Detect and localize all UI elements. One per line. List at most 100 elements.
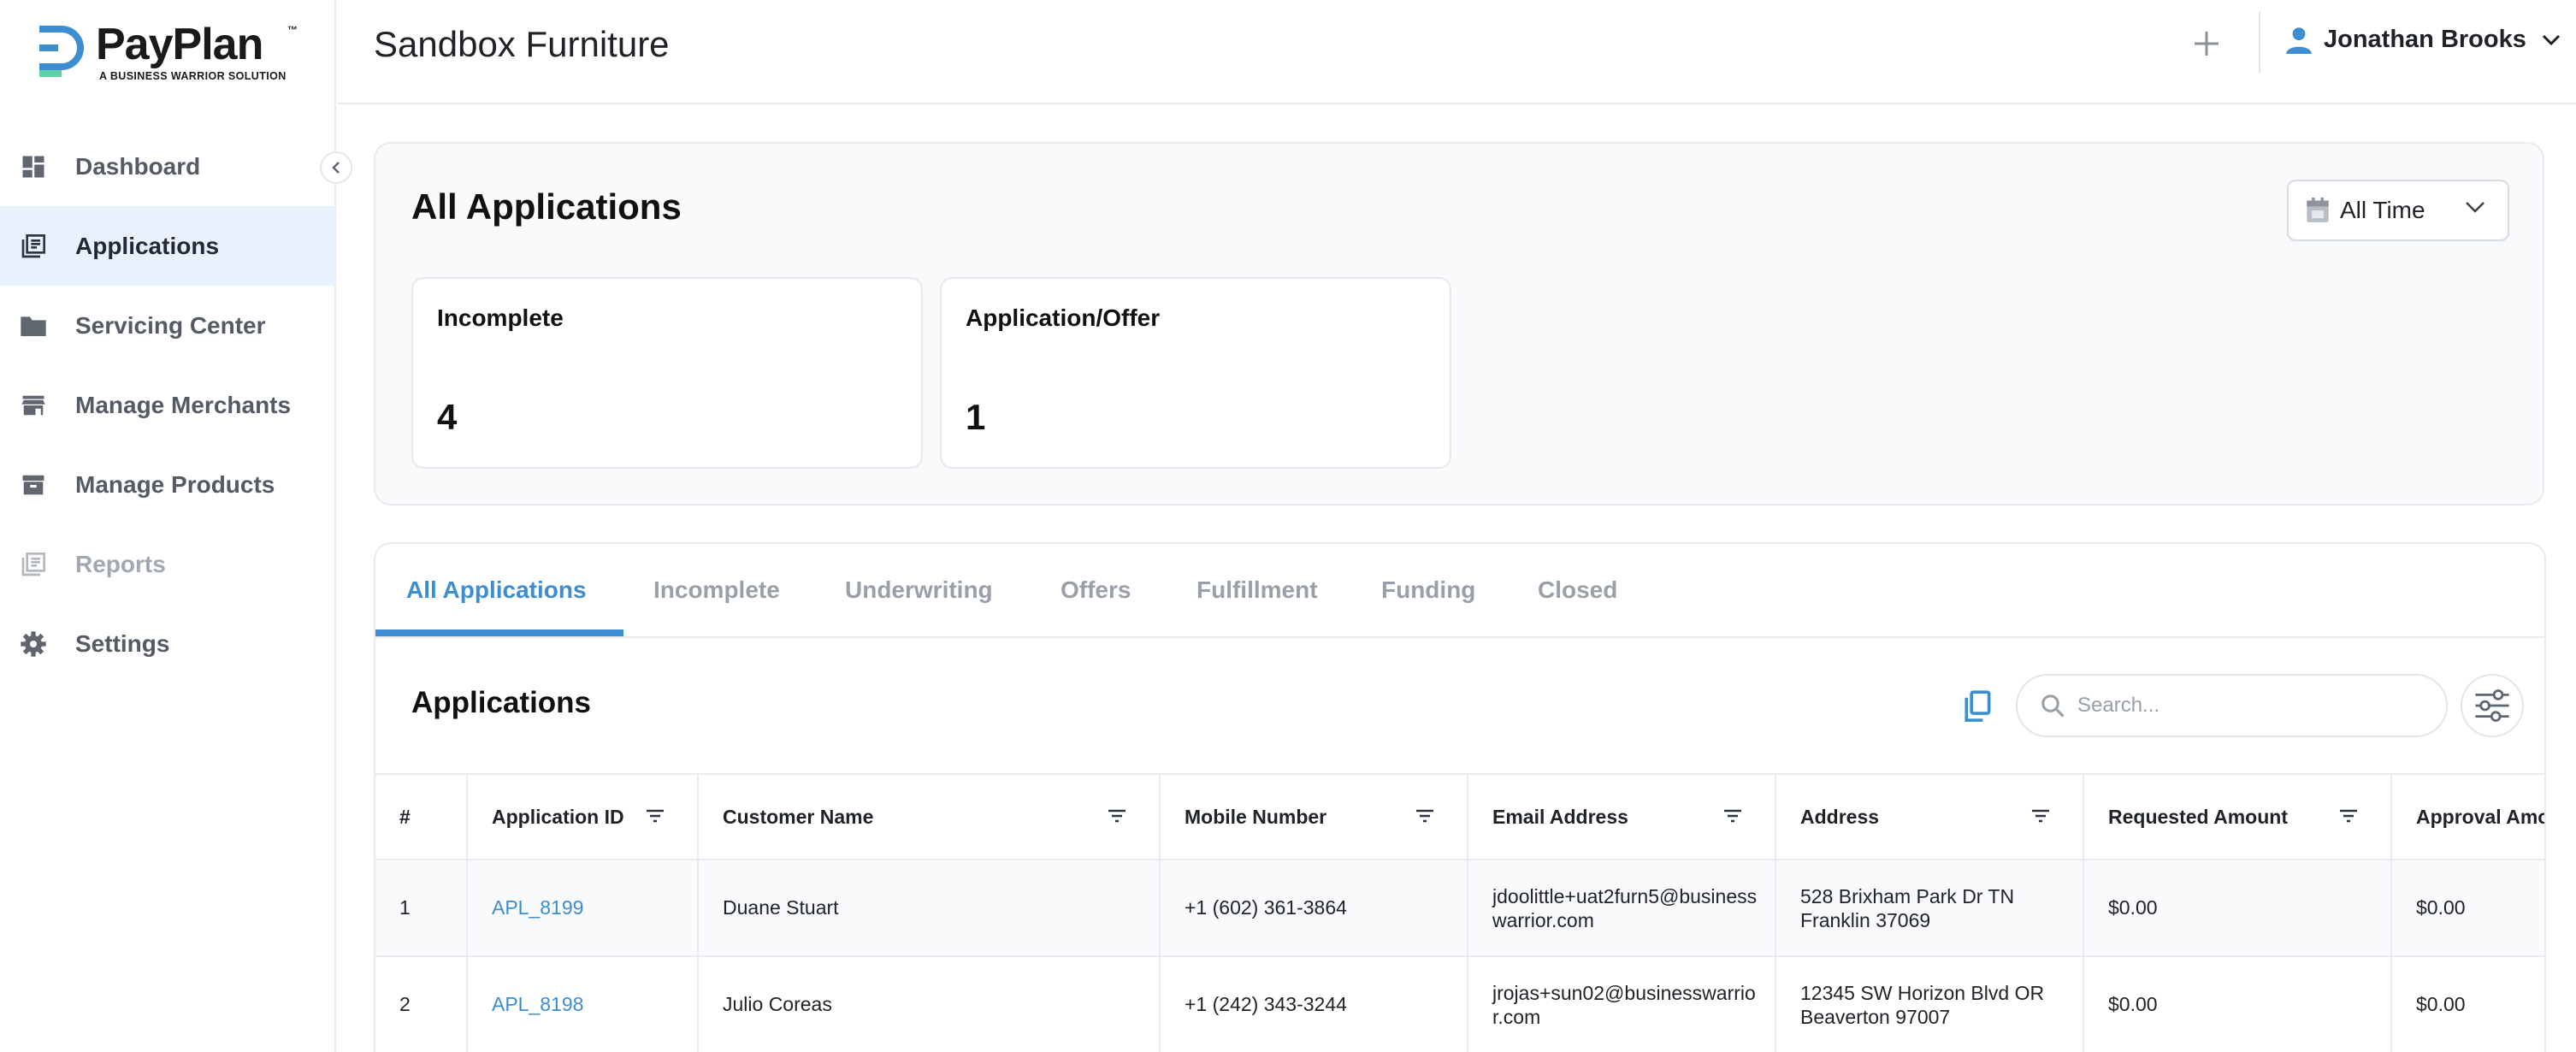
cell-email: jrojas+sun02@businesswarrior.com [1468,957,1776,1052]
header-divider [2259,12,2260,74]
stat-value: 1 [966,397,986,437]
sidebar-item-label: Settings [75,629,170,657]
cell-customer-name: Julio Coreas [699,957,1161,1052]
page-title: Sandbox Furniture [374,24,670,64]
stat-value: 4 [437,397,458,437]
payplan-logo[interactable]: PayPlan ™ A BUSINESS WARRIOR SOLUTION [36,19,301,87]
stat-card-incomplete[interactable]: Incomplete 4 [411,277,923,469]
sidebar-item-applications[interactable]: Applications [0,206,336,286]
filter-settings-button[interactable] [2461,674,2524,737]
column-header[interactable]: Mobile Number [1161,775,1468,859]
user-name: Jonathan Brooks [2324,26,2526,53]
application-id-link[interactable]: APL_8199 [468,860,699,955]
brand-name: PayPlan [96,20,263,69]
sliders-icon [2475,689,2509,722]
table-row[interactable]: 2 APL_8198 Julio Coreas +1 (242) 343-324… [375,955,2544,1052]
cell-mobile: +1 (602) 361-3864 [1161,860,1468,955]
search-icon [2041,694,2065,718]
filter-icon[interactable] [1108,809,1126,823]
application-id-link[interactable]: APL_8198 [468,957,699,1052]
cell-number: 2 [375,957,468,1052]
collapse-sidebar-button[interactable] [320,151,352,184]
search-input[interactable] [2077,694,2419,718]
folder-icon [19,311,48,340]
top-header: Sandbox Furniture Jonathan Brooks [338,0,2576,104]
reports-icon [19,550,48,579]
tab-funding[interactable]: Funding [1381,576,1475,604]
sidebar: PayPlan ™ A BUSINESS WARRIOR SOLUTION Da… [0,0,336,1052]
sidebar-item-label: Dashboard [75,152,201,180]
sidebar-item-label: Manage Merchants [75,391,292,418]
plus-icon [2195,32,2219,56]
filter-icon[interactable] [646,809,665,823]
sidebar-item-settings[interactable]: Settings [0,604,336,683]
applications-title: Applications [411,686,592,719]
status-tabs: All Applications Incomplete Underwriting… [375,544,2544,638]
column-header[interactable]: Email Address [1468,775,1776,859]
calendar-icon [2307,198,2329,222]
filter-icon[interactable] [2031,809,2050,823]
cell-number: 1 [375,860,468,955]
tab-incomplete[interactable]: Incomplete [653,576,780,604]
column-header[interactable]: Address [1776,775,2084,859]
filter-icon[interactable] [1723,809,1742,823]
tab-closed[interactable]: Closed [1538,576,1617,604]
cell-customer-name: Duane Stuart [699,860,1161,955]
user-menu[interactable]: Jonathan Brooks [2286,26,2561,54]
table-header-row: # Application ID Customer Name Mobile Nu… [375,773,2544,859]
cell-email: jdoolittle+uat2furn5@businesswarrior.com [1468,860,1776,955]
cell-requested-amount: $0.00 [2084,957,2392,1052]
archive-icon [19,470,48,499]
stat-label: Incomplete [437,304,564,331]
table-row[interactable]: 1 APL_8199 Duane Stuart +1 (602) 361-386… [375,859,2544,955]
add-button[interactable] [2177,21,2236,67]
sidebar-item-label: Manage Products [75,470,275,498]
column-header: # [375,775,468,859]
column-header[interactable]: Customer Name [699,775,1161,859]
stat-card-application-offer[interactable]: Application/Offer 1 [940,277,1451,469]
summary-card: All Applications All Time Incomplete 4 A… [374,142,2544,505]
sidebar-item-label: Applications [75,232,220,259]
chevron-down-icon [2542,34,2560,45]
gear-icon [19,629,48,659]
tab-fulfillment[interactable]: Fulfillment [1196,576,1318,604]
tab-underwriting[interactable]: Underwriting [845,576,993,604]
filter-icon[interactable] [2339,809,2358,823]
sidebar-nav: Dashboard Applications Servicing Center … [0,127,336,683]
cell-approval-amount: $0.00 [2416,896,2466,919]
sidebar-item-dashboard[interactable]: Dashboard [0,127,336,206]
brand-tm: ™ [287,24,298,36]
sidebar-item-manage-merchants[interactable]: Manage Merchants [0,365,336,445]
time-filter-value: All Time [2340,197,2425,223]
sidebar-item-reports[interactable]: Reports [0,524,336,604]
cell-approval-amount: $0.00 [2416,993,2466,1015]
cell-mobile: +1 (242) 343-3244 [1161,957,1468,1052]
brand-tagline: A BUSINESS WARRIOR SOLUTION [99,70,287,82]
column-header[interactable]: Application ID [468,775,699,859]
applications-panel: All Applications Incomplete Underwriting… [374,542,2546,1052]
user-icon [2286,27,2312,54]
applications-icon [19,232,48,261]
tab-offers[interactable]: Offers [1061,576,1131,604]
stat-label: Application/Offer [966,304,1161,331]
tab-all-applications[interactable]: All Applications [406,576,587,604]
sidebar-item-servicing-center[interactable]: Servicing Center [0,286,336,365]
cell-address: 528 Brixham Park Dr TN Franklin 37069 [1776,860,2084,955]
copy-button[interactable] [1958,688,1995,725]
column-header[interactable]: Requested Amount [2084,775,2392,859]
store-icon [19,391,48,420]
column-header[interactable]: Approval Amo [2392,775,2544,859]
search-box[interactable] [2016,674,2448,737]
time-filter-select[interactable]: All Time [2287,180,2509,241]
dashboard-icon [19,152,48,181]
applications-table: # Application ID Customer Name Mobile Nu… [375,773,2544,1052]
sidebar-item-label: Servicing Center [75,311,266,339]
cell-requested-amount: $0.00 [2084,860,2392,955]
summary-title: All Applications [411,186,682,227]
payplan-logo-mark [39,26,84,77]
active-tab-indicator [375,629,623,636]
sidebar-item-manage-products[interactable]: Manage Products [0,445,336,524]
sidebar-item-label: Reports [75,550,166,577]
chevron-down-icon [2466,202,2484,213]
filter-icon[interactable] [1415,809,1434,823]
